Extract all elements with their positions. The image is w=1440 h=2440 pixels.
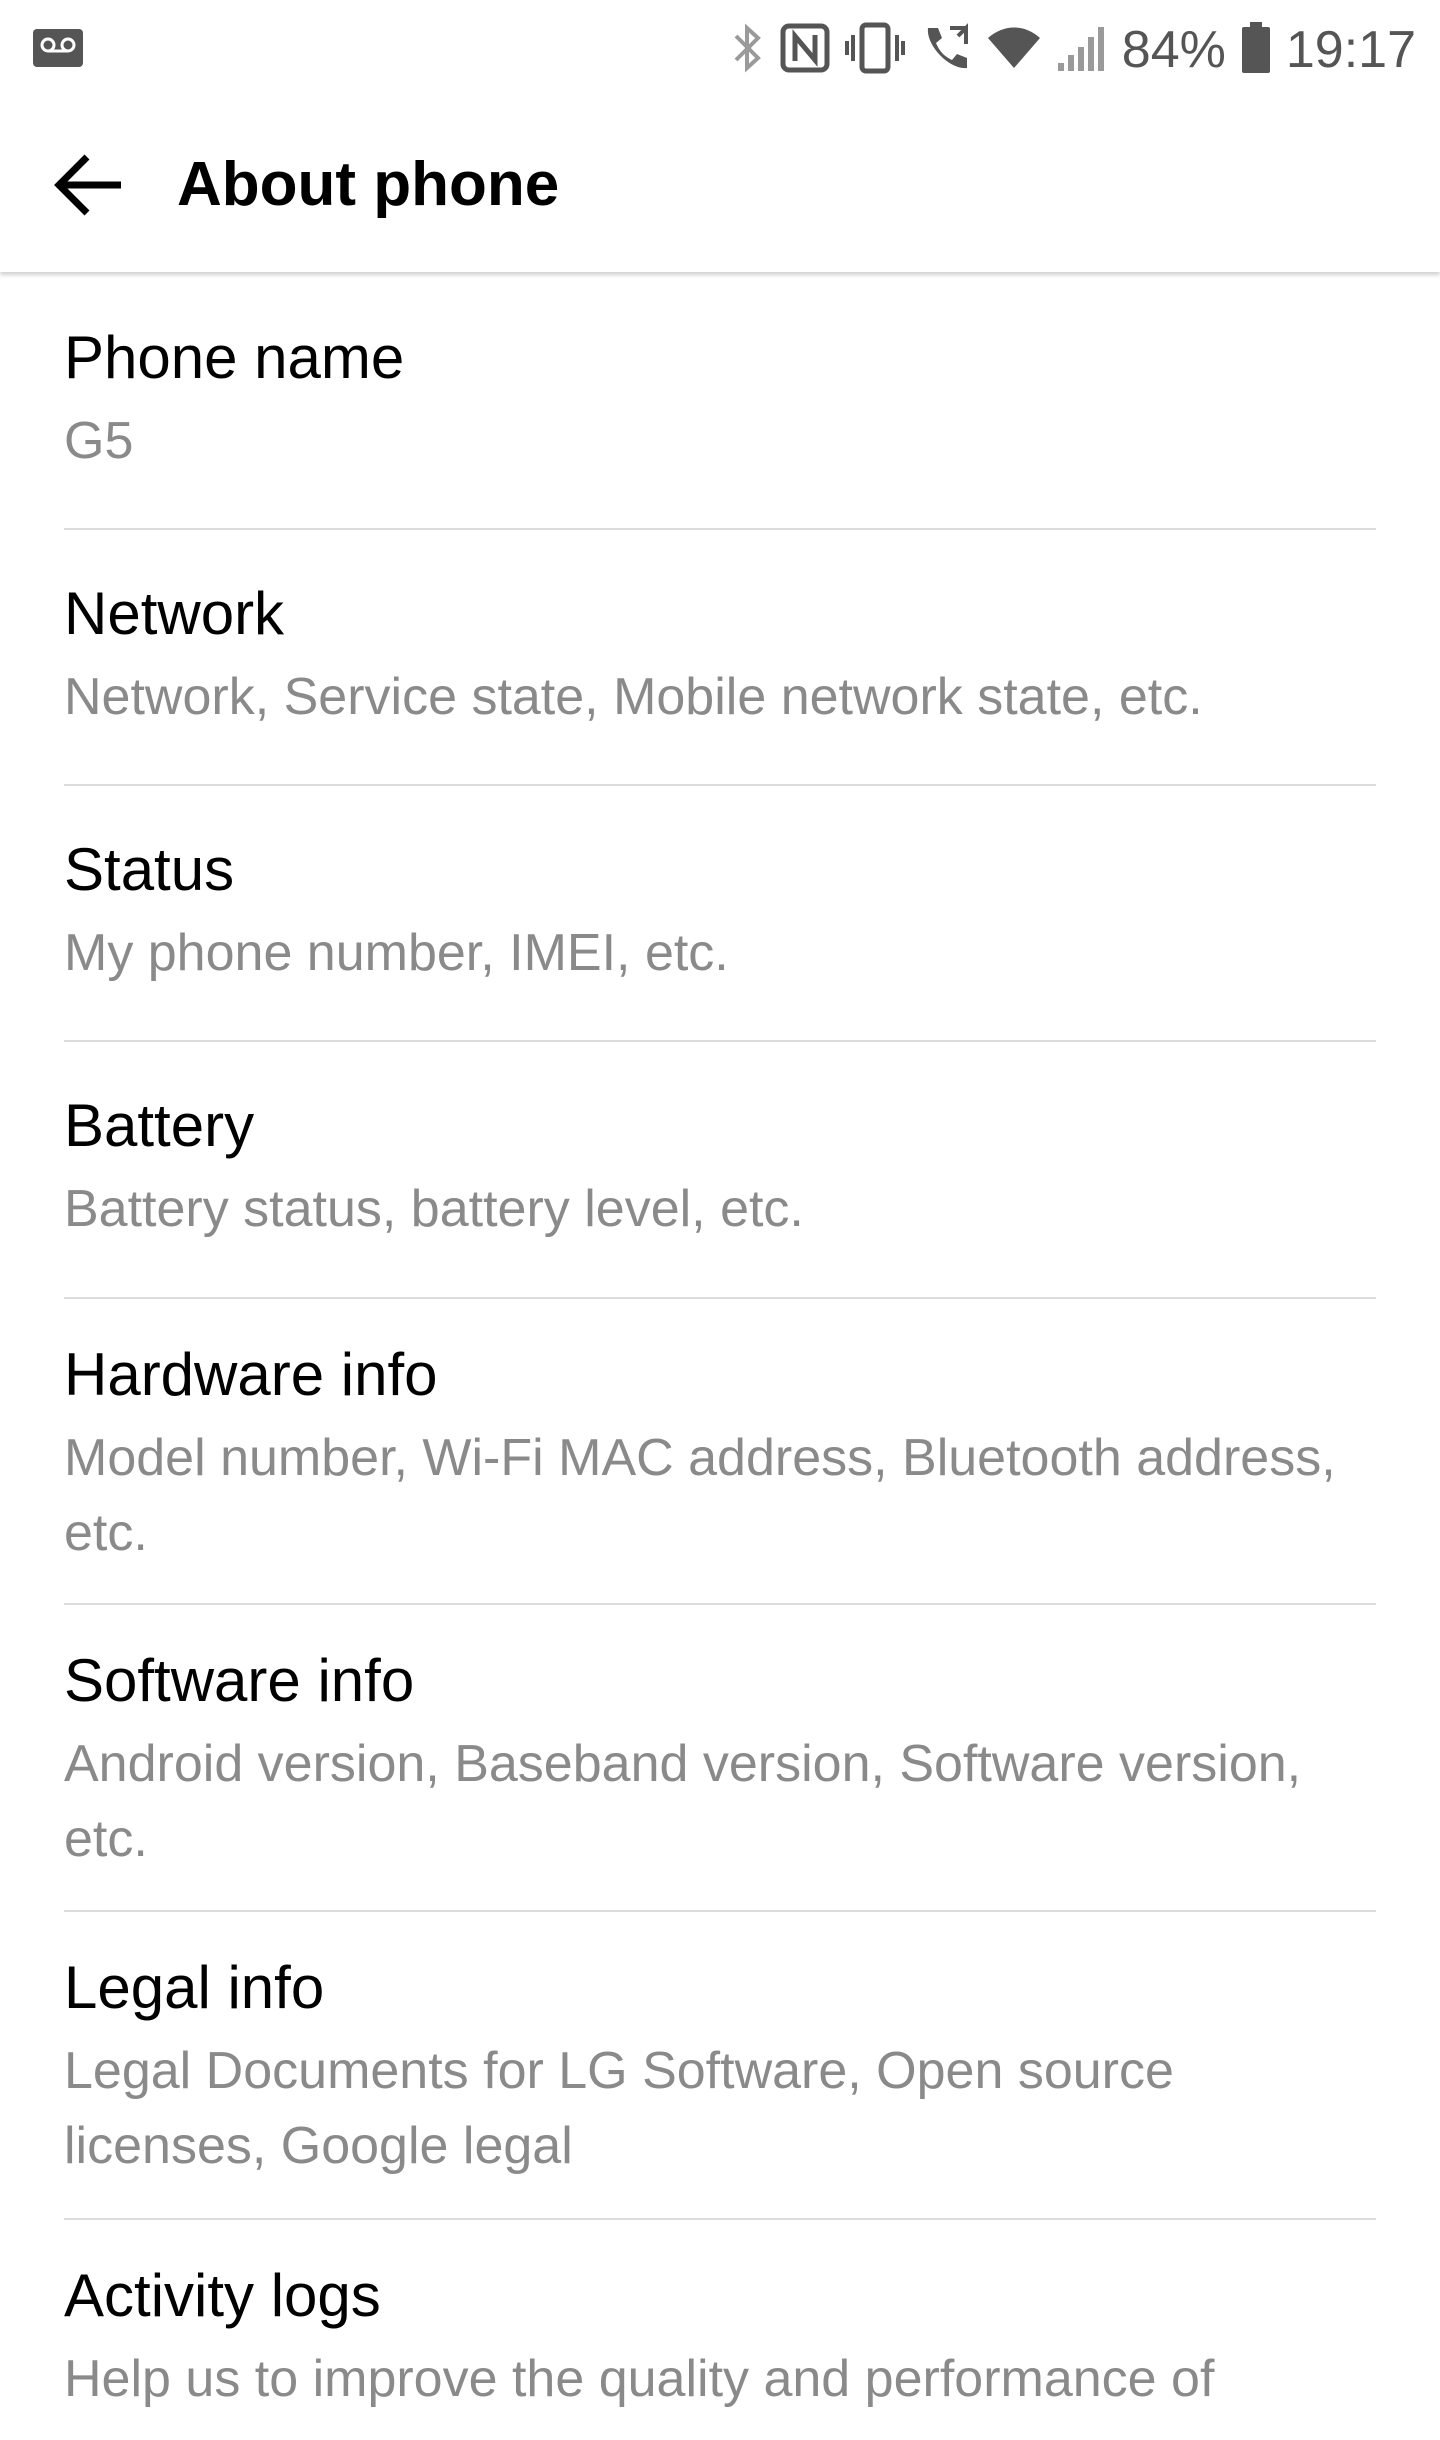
list-item-legal-info[interactable]: Legal info Legal Documents for LG Softwa…	[64, 1912, 1376, 2220]
battery-percent: 84%	[1121, 21, 1226, 79]
item-summary: Battery status, battery level, etc.	[64, 1180, 804, 1238]
list-item-activity-logs[interactable]: Activity logs Help us to improve the qua…	[64, 2220, 1376, 2440]
signal-icon	[1056, 23, 1108, 78]
back-button[interactable]	[44, 142, 134, 232]
list-item-status[interactable]: Status My phone number, IMEI, etc.	[64, 786, 1376, 1042]
item-title: Battery	[64, 1092, 255, 1159]
wifi-calling-icon	[920, 22, 972, 79]
page-title: About phone	[177, 150, 560, 219]
item-summary: G5	[64, 412, 134, 470]
voicemail-icon	[32, 28, 84, 73]
arrow-back-icon	[53, 153, 125, 222]
item-title: Software info	[64, 1647, 415, 1714]
item-title: Legal info	[64, 1954, 325, 2021]
vibrate-icon	[844, 21, 906, 80]
list-item-software-info[interactable]: Software info Android version, Baseband …	[64, 1605, 1376, 1912]
item-title: Network	[64, 580, 285, 647]
item-summary: Legal Documents for LG Software, Open so…	[64, 2042, 1174, 2175]
item-title: Status	[64, 836, 235, 903]
item-summary: Help us to improve the quality and perfo…	[64, 2350, 1215, 2408]
item-title: Activity logs	[64, 2262, 381, 2329]
item-summary: Model number, Wi-Fi MAC address, Bluetoo…	[64, 1429, 1336, 1562]
item-summary: My phone number, IMEI, etc.	[64, 924, 729, 982]
bluetooth-icon	[730, 20, 766, 81]
list-item-network[interactable]: Network Network, Service state, Mobile n…	[64, 530, 1376, 786]
status-bar: 84% 19:17	[0, 0, 1440, 100]
wifi-icon	[986, 26, 1042, 75]
clock: 19:17	[1285, 21, 1416, 79]
nfc-icon	[780, 23, 830, 78]
settings-list: Phone name G5 Network Network, Service s…	[0, 272, 1440, 2440]
item-summary: Android version, Baseband version, Softw…	[64, 1735, 1302, 1868]
battery-icon	[1240, 21, 1272, 80]
item-summary: Network, Service state, Mobile network s…	[64, 668, 1203, 726]
list-item-hardware-info[interactable]: Hardware info Model number, Wi-Fi MAC ad…	[64, 1299, 1376, 1605]
item-title: Phone name	[64, 324, 405, 391]
app-bar: About phone	[0, 100, 1440, 272]
list-item-phone-name[interactable]: Phone name G5	[64, 272, 1376, 530]
list-item-battery[interactable]: Battery Battery status, battery level, e…	[64, 1042, 1376, 1299]
item-title: Hardware info	[64, 1341, 438, 1408]
